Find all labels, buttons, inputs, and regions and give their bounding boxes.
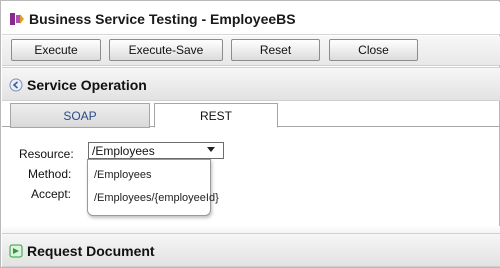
tab-rest[interactable]: REST xyxy=(154,103,278,128)
business-service-testing-window: Business Service Testing - EmployeeBS Ex… xyxy=(0,0,500,268)
collapse-arrow-icon xyxy=(9,78,23,92)
accept-label: Accept: xyxy=(31,187,72,201)
resource-select[interactable]: /Employees xyxy=(88,142,224,159)
toolbar: Execute Execute-Save Reset Close xyxy=(2,36,500,66)
reset-button[interactable]: Reset xyxy=(231,39,320,61)
request-document-header[interactable]: Request Document xyxy=(2,233,500,267)
expand-arrow-icon xyxy=(9,244,23,258)
title-bar: Business Service Testing - EmployeeBS xyxy=(2,2,500,35)
resource-option[interactable]: /Employees/{employeeId} xyxy=(94,192,219,204)
resource-dropdown-list: /Employees /Employees/{employeeId} xyxy=(87,159,219,216)
service-operation-title: Service Operation xyxy=(27,77,147,93)
dropdown-arrow-icon[interactable] xyxy=(207,147,215,152)
execute-save-button[interactable]: Execute-Save xyxy=(109,39,223,61)
window-title: Business Service Testing - EmployeeBS xyxy=(29,11,296,27)
tab-soap[interactable]: SOAP xyxy=(10,103,150,128)
request-document-title: Request Document xyxy=(27,243,155,259)
execute-button[interactable]: Execute xyxy=(11,39,101,61)
method-label: Method: xyxy=(28,167,72,181)
operation-tabs: SOAP REST xyxy=(2,103,500,128)
close-button[interactable]: Close xyxy=(329,39,418,61)
service-operation-header[interactable]: Service Operation xyxy=(2,67,500,101)
service-test-icon xyxy=(10,13,24,25)
resource-option[interactable]: /Employees xyxy=(94,169,151,181)
resource-label: Resource: xyxy=(19,147,74,161)
resource-select-value: /Employees xyxy=(92,144,155,158)
